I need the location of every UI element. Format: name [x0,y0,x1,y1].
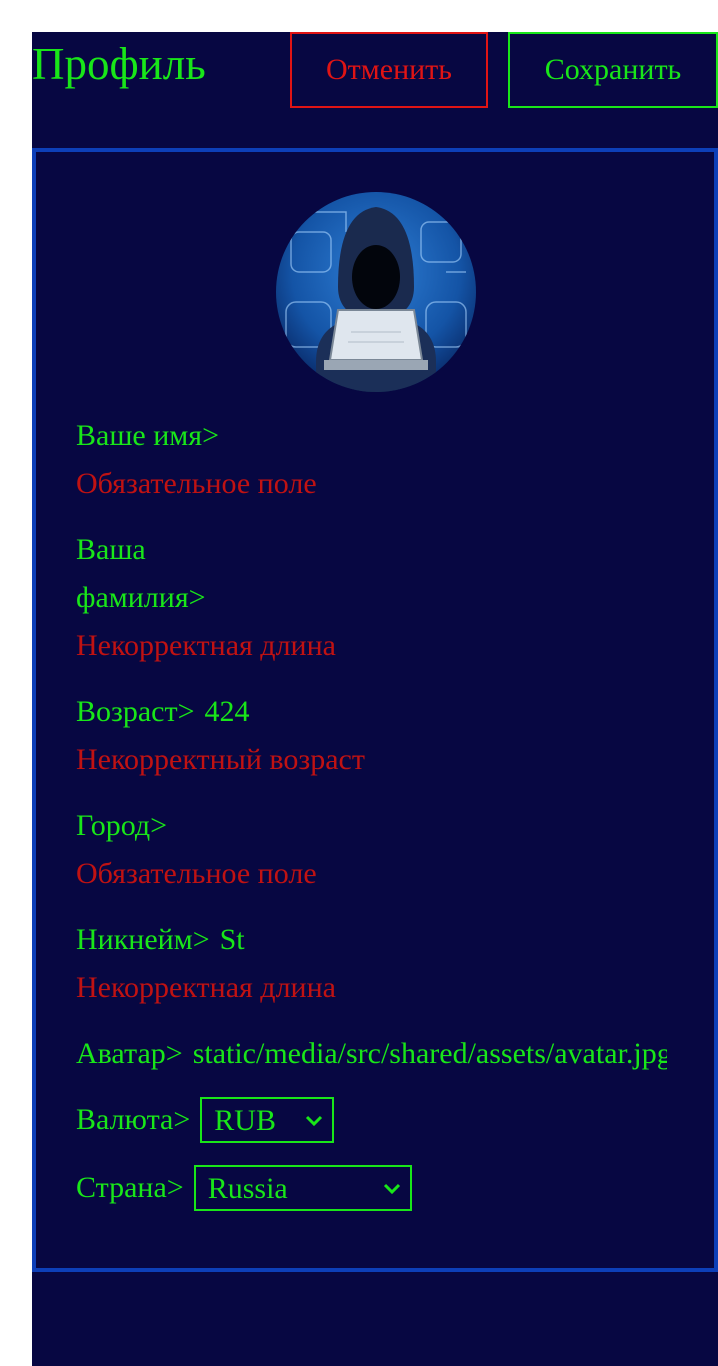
profile-page: Профиль Отменить Сохранить Ваше имя> Обя… [32,32,718,1366]
city-error: Обязательное поле [76,857,317,890]
country-field: Страна> Russia [76,1164,676,1212]
username-field: Никнейм> St Некорректная длина [76,916,676,1012]
city-field: Город> Обязательное поле [76,802,676,898]
avatar [276,192,476,392]
currency-label: Валюта> [76,1103,191,1136]
page-title: Профиль [32,39,206,89]
chevron-down-icon [306,1115,323,1127]
country-label: Страна> [76,1171,184,1204]
last-name-label: Ваша фамилия> [76,533,206,614]
first-name-label: Ваше имя> [76,419,219,452]
avatar-url-label: Аватар> [76,1037,183,1070]
last-name-field: Ваша фамилия> Некорректная длина [76,526,676,670]
age-label: Возраст> [76,695,195,728]
avatar-url-input[interactable]: static/media/src/shared/assets/avatar.jp… [193,1030,667,1078]
username-error: Некорректная длина [76,971,336,1004]
currency-selected-value: RUB [214,1104,276,1137]
first-name-error: Обязательное поле [76,467,317,500]
avatar-url-field: Аватар> static/media/src/shared/assets/a… [76,1030,676,1078]
city-label: Город> [76,809,168,842]
last-name-error: Некорректная длина [76,629,336,662]
cancel-button[interactable]: Отменить [290,32,488,108]
profile-card: Ваше имя> Обязательное поле Ваша фамилия… [32,148,718,1272]
age-input[interactable]: 424 [205,688,250,736]
country-select[interactable]: Russia [193,1165,412,1211]
currency-select[interactable]: RUB [200,1097,335,1143]
username-input[interactable]: St [220,916,245,964]
age-error: Некорректный возраст [76,743,365,776]
save-button[interactable]: Сохранить [508,32,718,108]
age-field: Возраст> 424 Некорректный возраст [76,688,676,784]
currency-field: Валюта> RUB [76,1096,676,1144]
profile-form: Ваше имя> Обязательное поле Ваша фамилия… [76,412,676,1232]
country-selected-value: Russia [207,1172,288,1205]
username-label: Никнейм> [76,923,210,956]
first-name-field: Ваше имя> Обязательное поле [76,412,676,508]
chevron-down-icon [383,1183,400,1195]
